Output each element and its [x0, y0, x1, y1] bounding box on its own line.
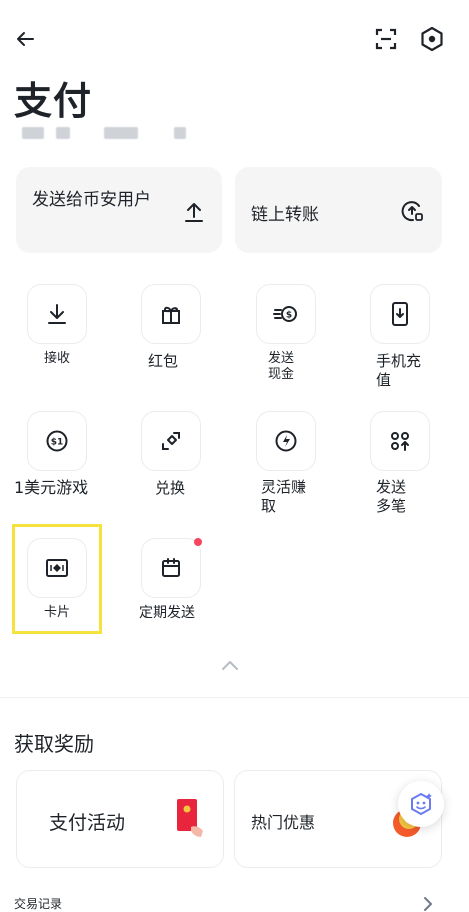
chevron-up-icon[interactable]	[220, 658, 240, 672]
page-title: 支付	[14, 79, 93, 123]
onchain-transfer-card[interactable]: 链上转账	[235, 167, 442, 253]
pay-campaign-card[interactable]: 支付活动	[16, 770, 224, 868]
pay-campaign-label: 支付活动	[49, 812, 126, 834]
one-dollar-game-label: 1美元游戏	[14, 478, 89, 497]
rewards-title: 获取奖励	[14, 732, 94, 756]
scheduled-send-tile[interactable]	[141, 538, 201, 598]
red-packet-tile[interactable]	[141, 284, 201, 344]
new-badge-dot	[194, 538, 202, 546]
calendar-icon	[159, 556, 183, 580]
transaction-history-link[interactable]: 交易记录	[14, 895, 62, 912]
hot-deals-label: 热门优惠	[251, 813, 316, 832]
card-tile[interactable]	[27, 538, 87, 598]
section-divider	[0, 697, 469, 698]
phone-topup-icon	[390, 301, 410, 327]
receive-label: 接收	[44, 351, 71, 366]
flexible-earn-label: 灵活赚 取	[261, 478, 307, 515]
scan-icon[interactable]	[374, 27, 398, 51]
multi-send-icon	[388, 429, 412, 453]
download-icon	[45, 302, 69, 326]
chain-upload-icon	[401, 199, 425, 223]
ai-assistant-button[interactable]	[398, 781, 444, 827]
send-cash-label: 发送 现金	[268, 351, 295, 382]
gift-icon	[159, 302, 183, 326]
cash-send-icon: $	[273, 302, 299, 326]
card-icon	[44, 557, 70, 579]
back-arrow-icon[interactable]	[14, 28, 36, 50]
multi-send-tile[interactable]	[370, 411, 430, 471]
flexible-earn-icon	[274, 429, 298, 453]
multi-send-label: 发送 多笔	[376, 478, 407, 515]
scheduled-send-label: 定期发送	[139, 605, 195, 621]
send-cash-tile[interactable]: $	[256, 284, 316, 344]
mobile-topup-label: 手机充 值	[376, 352, 422, 389]
svg-text:$: $	[286, 311, 292, 321]
hex-settings-icon[interactable]	[419, 26, 445, 52]
flexible-earn-tile[interactable]	[256, 411, 316, 471]
send-to-user-card[interactable]: 发送给币安用户	[16, 167, 222, 253]
mobile-topup-tile[interactable]	[370, 284, 430, 344]
dollar-coin-icon: $1	[45, 429, 69, 453]
redeem-icon	[159, 429, 183, 453]
redeem-label: 兑换	[155, 479, 186, 497]
red-packet-label: 红包	[148, 352, 179, 370]
svg-text:$1: $1	[51, 438, 64, 448]
red-envelope-icon	[175, 797, 207, 839]
redeem-tile[interactable]	[141, 411, 201, 471]
one-dollar-game-tile[interactable]: $1	[27, 411, 87, 471]
send-to-user-label: 发送给币安用户	[32, 190, 151, 210]
onchain-transfer-label: 链上转账	[251, 205, 319, 225]
card-label: 卡片	[44, 605, 71, 620]
receive-tile[interactable]	[27, 284, 87, 344]
sparkle-face-icon	[407, 790, 435, 818]
upload-icon	[184, 201, 204, 223]
chevron-right-icon[interactable]	[422, 896, 434, 912]
